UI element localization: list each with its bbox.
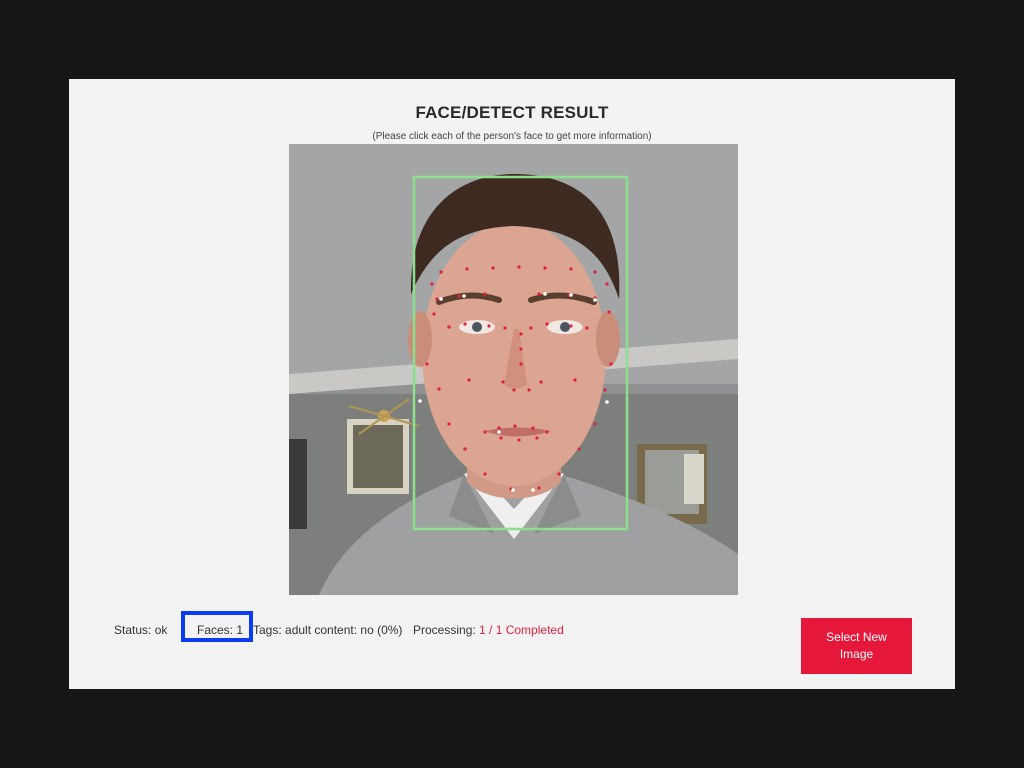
landmark-point — [503, 326, 507, 330]
landmark-point — [593, 422, 597, 426]
processing-status: Processing: 1 / 1 Completed — [413, 623, 564, 637]
landmark-point — [491, 266, 495, 270]
landmark-point — [483, 292, 487, 296]
landmark-point — [585, 326, 589, 330]
landmark-point — [432, 312, 436, 316]
landmark-point — [609, 362, 613, 366]
landmark-point — [593, 270, 597, 274]
landmark-point — [535, 436, 539, 440]
landmark-point-highlight — [605, 400, 609, 404]
landmark-point — [447, 422, 451, 426]
landmark-point — [519, 332, 523, 336]
result-panel: FACE/DETECT RESULT (Please click each of… — [69, 79, 955, 689]
landmark-point — [499, 436, 503, 440]
landmark-point — [435, 297, 439, 301]
landmark-point-highlight — [497, 430, 501, 434]
landmark-point — [545, 322, 549, 326]
faces-highlight-box — [181, 611, 253, 642]
landmark-point-highlight — [462, 294, 466, 298]
landmark-point — [537, 486, 541, 490]
landmark-point — [607, 310, 611, 314]
landmark-point — [430, 282, 434, 286]
landmark-point — [501, 380, 505, 384]
page-subtitle: (Please click each of the person's face … — [372, 131, 652, 142]
landmark-point — [457, 294, 461, 298]
landmark-point — [465, 267, 469, 271]
processing-label: Processing: — [413, 623, 480, 637]
landmark-point — [517, 438, 521, 442]
landmark-point — [483, 430, 487, 434]
landmark-point — [487, 324, 491, 328]
landmark-point — [447, 325, 451, 329]
landmark-point — [467, 378, 471, 382]
landmark-point — [557, 472, 561, 476]
landmark-point-highlight — [511, 488, 515, 492]
landmark-point-highlight — [531, 488, 535, 492]
landmark-point — [519, 347, 523, 351]
landmark-point — [437, 387, 441, 391]
landmark-point — [463, 447, 467, 451]
landmark-point — [527, 388, 531, 392]
landmark-point — [605, 282, 609, 286]
page-title: FACE/DETECT RESULT — [415, 103, 609, 122]
landmark-point — [425, 362, 429, 366]
landmark-point — [512, 388, 516, 392]
landmark-point — [573, 378, 577, 382]
landmark-point — [497, 426, 501, 430]
landmark-point — [545, 430, 549, 434]
landmark-point — [463, 322, 467, 326]
landmark-point — [569, 267, 573, 271]
landmark-point — [569, 324, 573, 328]
tags-text: Tags: adult content: no (0%) — [253, 623, 403, 637]
status-text: Status: ok — [114, 623, 168, 637]
landmark-point — [543, 266, 547, 270]
landmark-point — [519, 362, 523, 366]
landmark-point-highlight — [569, 293, 573, 297]
landmark-point-highlight — [543, 292, 547, 296]
landmark-point — [537, 292, 541, 296]
landmark-point — [603, 388, 607, 392]
landmark-point — [513, 424, 517, 428]
landmark-point — [531, 426, 535, 430]
select-new-image-button[interactable]: Select New Image — [801, 618, 912, 674]
landmark-point — [439, 270, 443, 274]
landmark-point — [529, 326, 533, 330]
photo-illustration — [289, 144, 738, 595]
landmark-point — [483, 472, 487, 476]
landmark-point-highlight — [593, 298, 597, 302]
result-photo[interactable] — [289, 144, 738, 595]
landmark-point-highlight — [439, 297, 443, 301]
processing-value: 1 / 1 Completed — [479, 623, 564, 637]
landmark-point — [539, 380, 543, 384]
landmark-point — [577, 447, 581, 451]
landmark-point-highlight — [418, 399, 422, 403]
landmark-point — [517, 265, 521, 269]
